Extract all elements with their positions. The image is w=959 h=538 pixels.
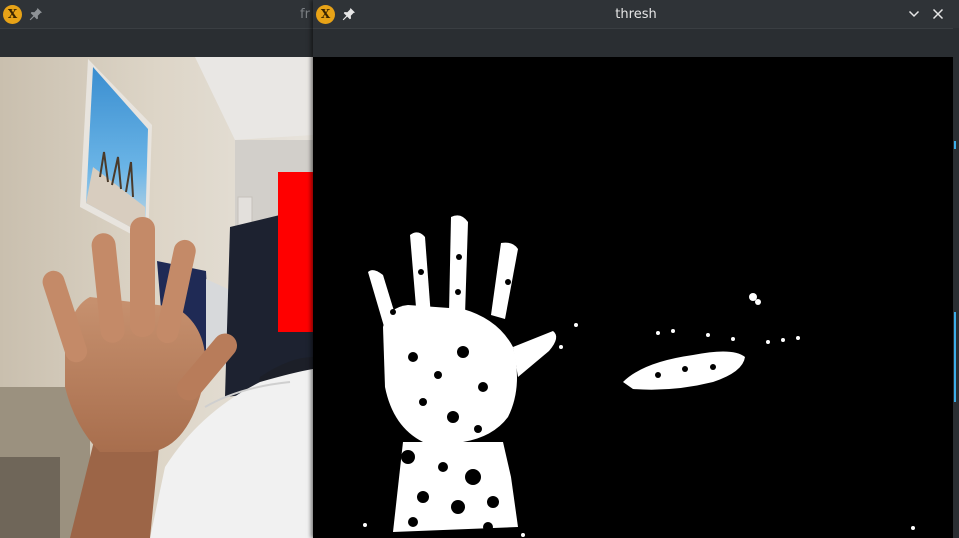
thresh-titlebar[interactable]: X thresh xyxy=(313,0,959,28)
frame-window[interactable]: X fr xyxy=(0,0,313,538)
thresh-toolbar-strip xyxy=(313,28,953,58)
window-title: thresh xyxy=(615,7,657,22)
frame-titlebar[interactable]: X fr xyxy=(0,0,313,28)
scroll-edge xyxy=(953,57,959,538)
camera-frame-image xyxy=(0,57,313,538)
window-title: fr xyxy=(300,7,310,22)
frame-toolbar-strip xyxy=(0,28,313,57)
pin-icon[interactable] xyxy=(28,6,44,22)
xming-app-icon[interactable]: X xyxy=(3,4,22,24)
thresh-mask-image xyxy=(313,57,953,538)
chevron-down-icon[interactable] xyxy=(906,6,922,22)
close-icon[interactable] xyxy=(930,6,946,22)
detector-box xyxy=(278,172,313,332)
thresh-window[interactable]: X thresh xyxy=(313,0,959,538)
